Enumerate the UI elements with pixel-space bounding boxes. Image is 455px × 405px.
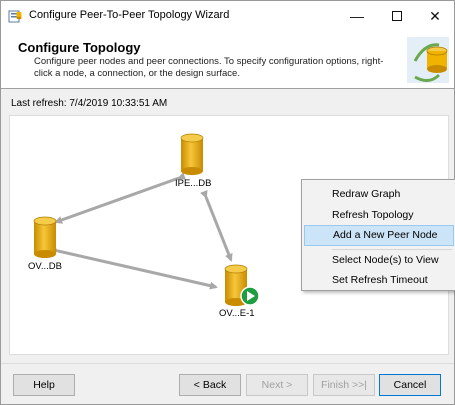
next-button[interactable]: Next > — [246, 374, 308, 396]
back-button[interactable]: < Back — [179, 374, 241, 396]
page-description: Configure peer nodes and peer connection… — [34, 56, 384, 79]
footer-divider — [1, 363, 454, 364]
context-menu: Redraw Graph Refresh Topology Add a New … — [301, 179, 455, 291]
connection-ipe-ov-e1[interactable] — [200, 189, 233, 262]
node-label-ov-db: OV...DB — [28, 261, 62, 272]
maximize-icon — [392, 11, 402, 21]
peer-node-ipe-db[interactable] — [180, 133, 204, 175]
minimize-icon: — — [350, 8, 364, 24]
connection-ov-db-ov-e1[interactable] — [51, 245, 218, 290]
page-title: Configure Topology — [18, 40, 141, 55]
menu-item-select-nodes[interactable]: Select Node(s) to View — [304, 250, 454, 271]
menu-item-refresh-topology[interactable]: Refresh Topology — [304, 205, 454, 226]
title-bar: Configure Peer-To-Peer Topology Wizard —… — [1, 1, 454, 31]
cancel-button[interactable]: Cancel — [379, 374, 441, 396]
help-button[interactable]: Help — [13, 374, 75, 396]
finish-button[interactable]: Finish >>| — [313, 374, 375, 396]
replication-graphic-icon — [407, 37, 449, 83]
close-button[interactable]: ✕ — [415, 1, 455, 31]
wizard-window: Configure Peer-To-Peer Topology Wizard —… — [0, 0, 455, 405]
connection-ipe-ov-db[interactable] — [54, 172, 186, 224]
maximize-button[interactable] — [377, 1, 417, 31]
close-icon: ✕ — [429, 7, 441, 24]
peer-node-ov-db[interactable] — [33, 216, 57, 258]
menu-item-redraw-graph[interactable]: Redraw Graph — [304, 184, 454, 205]
wizard-app-icon — [8, 10, 22, 23]
node-label-ov-e1: OV...E-1 — [219, 308, 255, 319]
window-title: Configure Peer-To-Peer Topology Wizard — [29, 9, 230, 21]
menu-item-set-refresh-timeout[interactable]: Set Refresh Timeout — [304, 270, 454, 291]
play-icon — [240, 286, 260, 306]
wizard-header: Configure Topology Configure peer nodes … — [1, 31, 454, 89]
last-refresh-text: Last refresh: 7/4/2019 10:33:51 AM — [11, 98, 168, 109]
menu-item-add-peer-node[interactable]: Add a New Peer Node — [304, 225, 454, 246]
minimize-button[interactable]: — — [337, 1, 377, 31]
node-label-ipe-db: IPE...DB — [175, 178, 212, 189]
